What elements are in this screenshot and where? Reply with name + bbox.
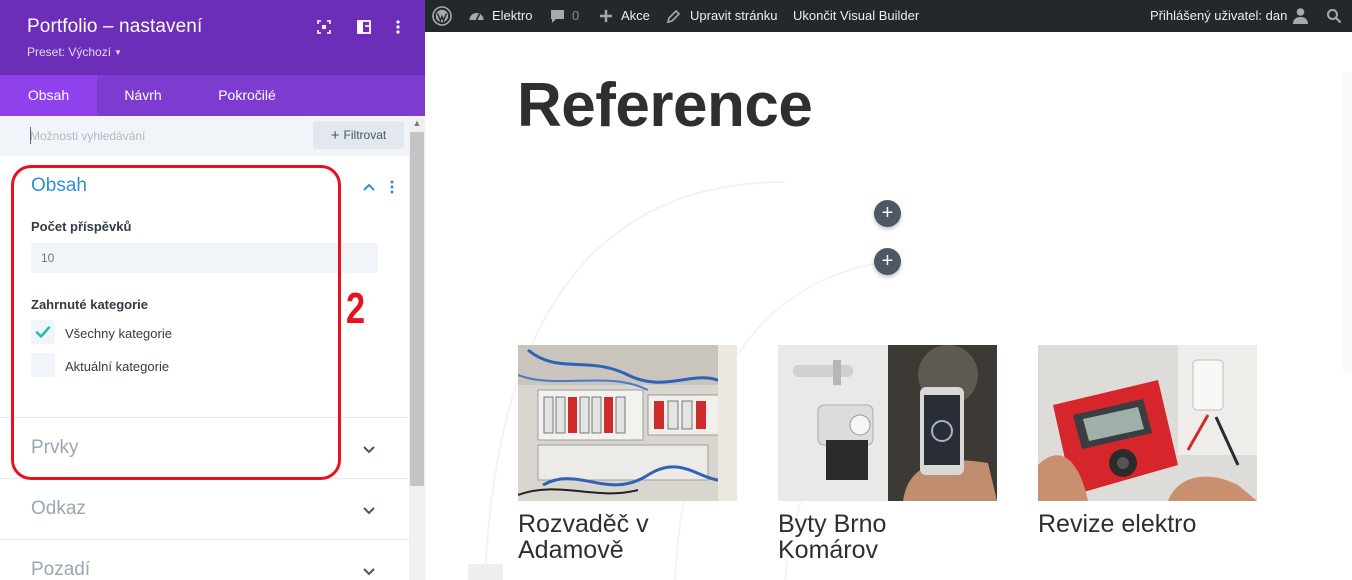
electrical-panel-image — [518, 345, 737, 501]
filter-label: Filtrovat — [343, 128, 387, 142]
category-label-all[interactable]: Všechny kategorie — [65, 326, 172, 341]
panel-header: Portfolio – nastavení Preset: Výchozí ▼ — [0, 0, 425, 75]
search-icon[interactable] — [1326, 8, 1342, 27]
comments-count[interactable]: 0 — [572, 0, 579, 32]
panel-title: Portfolio – nastavení — [27, 16, 203, 37]
pencil-icon[interactable] — [666, 9, 681, 27]
search-input[interactable] — [30, 125, 300, 147]
chevron-down-icon[interactable] — [361, 441, 377, 457]
comment-icon[interactable] — [550, 9, 565, 27]
chevron-down-icon[interactable] — [361, 502, 377, 518]
tab-content[interactable]: Obsah — [0, 75, 97, 116]
chevron-down-icon[interactable] — [361, 563, 377, 579]
scroll-up-icon[interactable]: ▲ — [409, 116, 425, 130]
check-icon — [35, 326, 51, 338]
dashboard-icon[interactable] — [468, 8, 485, 27]
portfolio-item-title[interactable]: Revize elektro — [1038, 511, 1198, 537]
user-greeting[interactable]: Přihlášený uživatel: dan — [1150, 0, 1287, 32]
settings-panel: Portfolio – nastavení Preset: Výchozí ▼ O… — [0, 0, 425, 580]
divider — [0, 417, 409, 418]
add-row-button[interactable]: + — [874, 248, 901, 275]
wordpress-logo-icon[interactable] — [432, 6, 452, 29]
tab-advanced[interactable]: Pokročilé — [189, 75, 305, 116]
preset-selector[interactable]: Preset: Výchozí ▼ — [27, 45, 122, 59]
checkbox-all-categories[interactable] — [31, 320, 55, 344]
divider — [0, 539, 409, 540]
smart-lock-phone-image — [778, 345, 997, 501]
categories-label: Zahrnuté kategorie — [31, 297, 149, 312]
panel-tabs: Obsah Návrh Pokročilé — [0, 75, 425, 116]
site-name-link[interactable]: Elektro — [492, 0, 532, 32]
section-content-title[interactable]: Obsah — [31, 175, 87, 197]
portfolio-item-image[interactable] — [1038, 345, 1257, 501]
divider — [0, 478, 409, 479]
comments-count-value: 0 — [572, 8, 580, 23]
tab-design[interactable]: Návrh — [97, 75, 189, 116]
section-elements-title[interactable]: Prvky — [31, 437, 79, 459]
chevron-up-icon[interactable] — [361, 179, 377, 195]
filter-button[interactable]: + Filtrovat — [313, 121, 404, 149]
target-icon[interactable] — [316, 19, 332, 35]
section-options-icon[interactable] — [386, 179, 398, 195]
new-item-link[interactable]: Akce — [621, 0, 650, 32]
text-cursor — [30, 127, 31, 144]
section-link-title[interactable]: Odkaz — [31, 498, 86, 520]
portfolio-item-title[interactable]: Rozvaděč v Adamově — [518, 511, 678, 563]
user-avatar-icon[interactable] — [1292, 7, 1309, 27]
annotation-number: 2 — [346, 284, 366, 333]
post-count-input[interactable] — [31, 243, 378, 273]
exit-builder-link[interactable]: Ukončit Visual Builder — [793, 0, 919, 32]
portfolio-item-title[interactable]: Byty Brno Komárov — [778, 511, 938, 563]
checkbox-current-category[interactable] — [31, 353, 55, 377]
plus-icon[interactable] — [599, 9, 613, 26]
caret-down-icon: ▼ — [114, 48, 122, 57]
page-title: Reference — [517, 71, 813, 140]
admin-bar: Elektro 0 Akce Upravit stránku Ukončit V… — [425, 0, 1352, 32]
portfolio-item-image[interactable] — [778, 345, 997, 501]
preset-label: Preset: Výchozí — [27, 45, 112, 59]
multimeter-image — [1038, 345, 1257, 501]
scrollbar-thumb[interactable] — [410, 132, 424, 486]
plus-icon: + — [330, 127, 340, 144]
annotation-outline — [11, 165, 341, 480]
columns-icon[interactable] — [356, 19, 372, 35]
post-count-label: Počet příspěvků — [31, 219, 132, 234]
section-background-title[interactable]: Pozadí — [31, 559, 90, 580]
edit-page-link[interactable]: Upravit stránku — [690, 0, 777, 32]
add-section-button[interactable]: + — [874, 200, 901, 227]
more-vertical-icon[interactable] — [390, 19, 406, 35]
category-label-current[interactable]: Aktuální kategorie — [65, 359, 169, 374]
portfolio-item-image[interactable] — [518, 345, 737, 501]
